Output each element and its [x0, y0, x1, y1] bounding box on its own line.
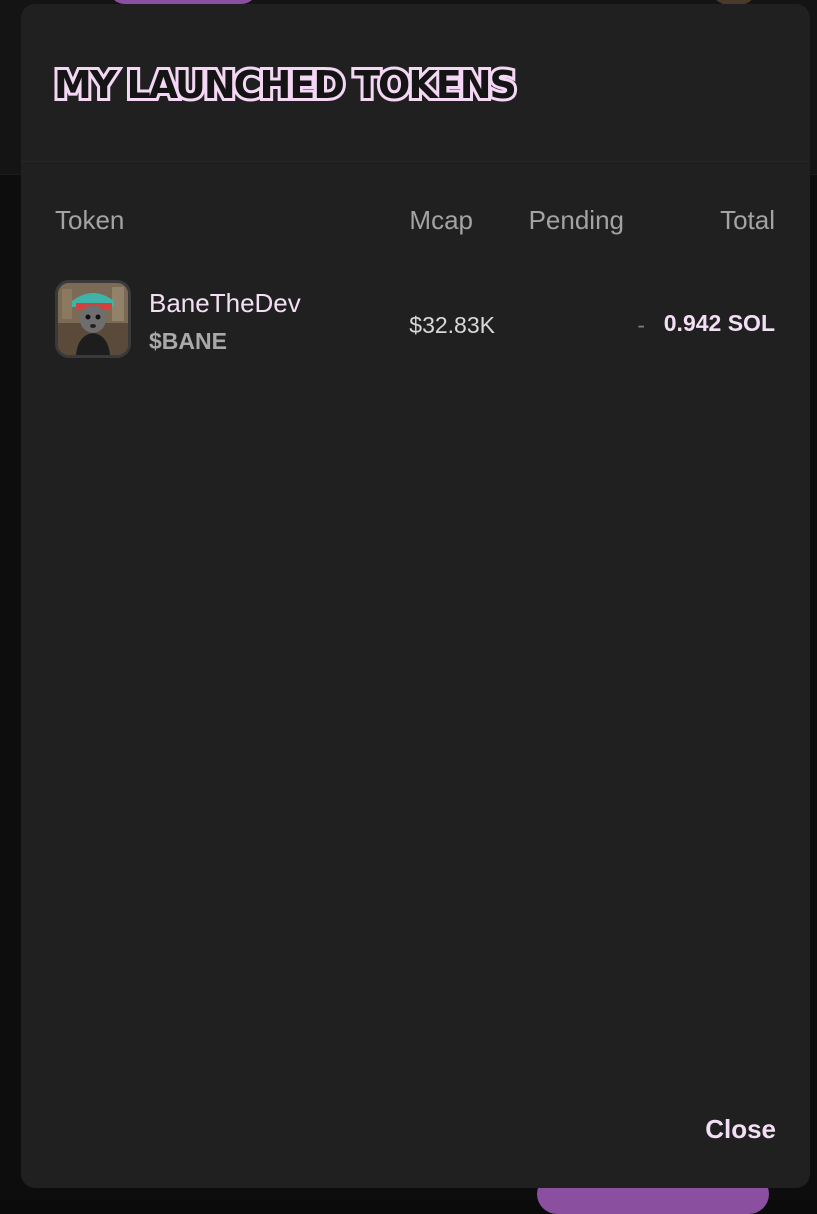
column-header-pending: Pending — [528, 205, 624, 235]
token-symbol: $BANE — [149, 328, 227, 354]
column-header-token: Token — [55, 205, 125, 235]
token-pending: - — [637, 312, 645, 338]
close-button[interactable]: Close — [705, 1114, 776, 1145]
launched-tokens-modal: MY LAUNCHED TOKENS Token Mcap Pending To… — [21, 4, 810, 1188]
token-row[interactable]: BaneTheDev $BANE $32.83K - 0.942 SOL — [55, 280, 775, 364]
token-mcap: $32.83K — [409, 312, 495, 338]
table-header: Token Mcap Pending Total — [55, 200, 775, 240]
modal-title: MY LAUNCHED TOKENS — [51, 60, 520, 110]
column-header-mcap: Mcap — [409, 205, 473, 235]
token-name: BaneTheDev — [149, 288, 301, 318]
column-header-total: Total — [720, 205, 775, 235]
token-avatar-icon — [55, 280, 131, 358]
token-total: 0.942 SOL — [663, 310, 775, 336]
modal-header: MY LAUNCHED TOKENS — [21, 4, 810, 162]
